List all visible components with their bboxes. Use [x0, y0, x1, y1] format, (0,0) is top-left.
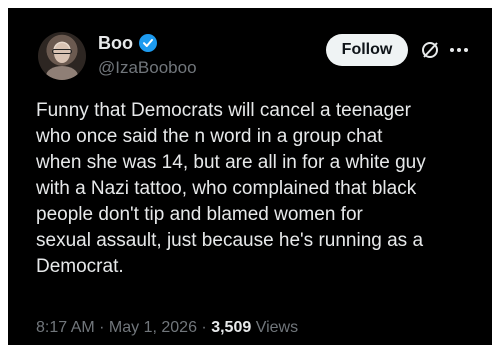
tweet-meta: 8:17 AM · May 1, 2026 · 3,509 Views [36, 318, 298, 338]
more-dots-icon[interactable] [448, 40, 470, 60]
grok-slash-circle-icon[interactable] [420, 40, 440, 60]
avatar-glasses [52, 49, 72, 54]
tweet-time[interactable]: 8:17 AM [36, 319, 95, 336]
avatar[interactable] [38, 32, 86, 80]
tweet-date[interactable]: May 1, 2026 [109, 319, 197, 336]
follow-button[interactable]: Follow [326, 34, 408, 66]
display-name[interactable]: Boo [98, 32, 133, 54]
author-name-row[interactable]: Boo [98, 32, 157, 54]
tweet-text: Funny that Democrats will cancel a teena… [36, 100, 426, 277]
views-count: 3,509 [211, 319, 252, 336]
verified-badge-icon [139, 34, 157, 52]
views-label: Views [255, 319, 299, 336]
meta-separator: · [196, 319, 212, 336]
avatar-body [46, 66, 78, 80]
meta-separator: · [94, 319, 109, 336]
user-handle[interactable]: @IzaBooboo [98, 57, 197, 79]
tweet-card: Boo @IzaBooboo Follow Funny that Democra… [8, 8, 492, 345]
